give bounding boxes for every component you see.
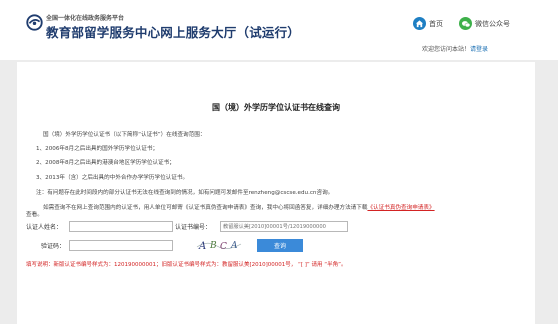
email-note: 注：有问题存在此时间段内的部分认证书无法在线查询到的情况，如有问题可发邮件至re… bbox=[36, 190, 334, 196]
wechat-link[interactable]: 微信公众号 bbox=[459, 17, 510, 30]
cert-number-input[interactable] bbox=[220, 221, 348, 232]
offline-query-text: 如需查询不在网上查询范围内的认证书，用人单位可邮寄《认证书真伪查询申请表》查询，… bbox=[43, 203, 435, 211]
intro-text: 国（境）外学历学位认证书（以下简称“认证书”）在线查询范围： bbox=[43, 132, 206, 138]
captcha-label: 验证码： bbox=[41, 243, 66, 250]
name-input[interactable] bbox=[69, 221, 173, 232]
login-link[interactable]: 请登录 bbox=[470, 46, 488, 53]
scope-item-2: 2、2008年8月之后出具的港澳台地区学历学位认证书； bbox=[36, 160, 175, 166]
site-header: 全国一体化在线政务服务平台 教育部留学服务中心网上服务大厅（试运行） 首页 微信… bbox=[0, 0, 558, 60]
captcha-input[interactable] bbox=[69, 240, 173, 251]
wechat-label: 微信公众号 bbox=[475, 19, 510, 28]
scope-item-3: 3、2013年（含）之后出具的中外合作办学学历学位认证书。 bbox=[36, 175, 189, 181]
site-title: 教育部留学服务中心网上服务大厅（试运行） bbox=[46, 25, 301, 40]
home-icon bbox=[413, 17, 426, 30]
query-button[interactable]: 查询 bbox=[257, 239, 303, 252]
welcome-text: 欢迎您访问本站！ bbox=[422, 46, 471, 53]
offline-query-prefix: 如需查询不在网上查询范围内的认证书，用人单位可邮寄《认证书真伪查询申请表》查询，… bbox=[43, 205, 368, 211]
captcha-image[interactable]: A B C A bbox=[195, 238, 243, 252]
home-link[interactable]: 首页 bbox=[413, 17, 443, 30]
cert-number-label: 认证书编号： bbox=[175, 224, 212, 231]
org-logo-icon bbox=[26, 14, 43, 31]
page-title: 国（境）外学历学位认证书在线查询 bbox=[212, 103, 340, 112]
home-label: 首页 bbox=[429, 19, 443, 28]
svg-text:B: B bbox=[209, 241, 217, 251]
svg-text:A: A bbox=[198, 241, 206, 252]
scope-item-1: 1、2006年8月之后出具的国外学历学位认证书； bbox=[36, 146, 159, 152]
query-panel: 国（境）外学历学位认证书在线查询 国（境）外学历学位认证书（以下简称“认证书”）… bbox=[17, 62, 535, 324]
offline-query-suffix: 查看。 bbox=[26, 212, 43, 218]
welcome-bar: 欢迎您访问本站！请登录 bbox=[422, 44, 488, 53]
org-line: 全国一体化在线政务服务平台 bbox=[46, 15, 125, 22]
fill-instructions: 填写说明：新版认证书编号样式为：120190000001；旧版认证书编号样式为：… bbox=[26, 262, 347, 268]
wechat-icon bbox=[459, 17, 472, 30]
name-label: 认证人姓名： bbox=[26, 224, 63, 231]
svg-text:A: A bbox=[230, 241, 238, 251]
svg-text:C: C bbox=[220, 242, 227, 252]
application-form-link[interactable]: 《认证书真伪查询申请表》 bbox=[367, 205, 434, 211]
